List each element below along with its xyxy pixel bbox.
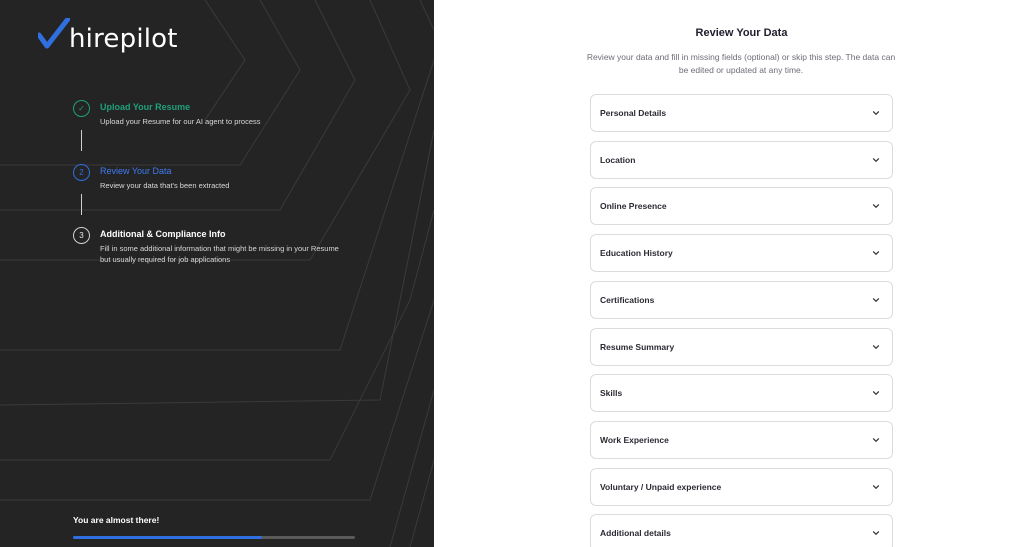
accordion-voluntary-unpaid-experience[interactable]: Voluntary / Unpaid experience [590, 468, 893, 506]
chevron-down-icon[interactable] [871, 342, 881, 352]
accordion-label: Resume Summary [600, 342, 675, 352]
accordion-label: Personal Details [600, 108, 667, 118]
page-title: Review Your Data [695, 27, 788, 39]
step-description: Upload your Resume for our AI agent to p… [100, 117, 261, 126]
chevron-down-icon[interactable] [871, 528, 881, 538]
step-3-number: 3 [73, 227, 90, 244]
accordion-label: Skills [600, 388, 623, 398]
progress-bar-fill [73, 536, 262, 539]
accordion-label: Voluntary / Unpaid experience [600, 482, 722, 492]
accordion-certifications[interactable]: Certifications [590, 281, 893, 319]
chevron-down-icon[interactable] [871, 295, 881, 305]
chevron-down-icon[interactable] [871, 388, 881, 398]
accordion-personal-details[interactable]: Personal Details [590, 94, 893, 132]
step-title: Upload Your Resume [100, 102, 191, 112]
chevron-down-icon[interactable] [871, 155, 881, 165]
brand-name: hirepilot [69, 24, 178, 54]
step-description: Review your data that's been extracted [100, 181, 230, 190]
accordion-label: Online Presence [600, 201, 667, 211]
step-title: Additional & Compliance Info [100, 229, 226, 239]
step-connector [81, 194, 82, 215]
chevron-down-icon[interactable] [871, 108, 881, 118]
accordion-label: Additional details [600, 528, 671, 538]
accordion-skills[interactable]: Skills [590, 374, 893, 412]
checkmark-logo-icon [38, 18, 70, 49]
background-chevron-pattern [0, 0, 434, 547]
left-panel: hirepilot ✓ Upload Your Resume Upload yo… [0, 0, 434, 547]
chevron-down-icon[interactable] [871, 248, 881, 258]
chevron-down-icon[interactable] [871, 201, 881, 211]
accordion-online-presence[interactable]: Online Presence [590, 187, 893, 225]
accordion-additional-details[interactable]: Additional details [590, 514, 893, 547]
step-1-check-icon: ✓ [73, 100, 90, 117]
step-description: Fill in some additional information that… [100, 244, 339, 264]
accordion-education-history[interactable]: Education History [590, 234, 893, 272]
step-connector [81, 130, 82, 151]
hirepilot-logo: hirepilot [38, 18, 178, 52]
step-title: Review Your Data [100, 166, 172, 176]
accordion-label: Certifications [600, 295, 655, 305]
accordion-resume-summary[interactable]: Resume Summary [590, 328, 893, 366]
step-2-number: 2 [73, 164, 90, 181]
page-subtitle: Review your data and fill in missing fie… [586, 52, 896, 75]
accordion-location[interactable]: Location [590, 141, 893, 179]
progress-label: You are almost there! [73, 515, 160, 525]
accordion-label: Location [600, 155, 636, 165]
chevron-down-icon[interactable] [871, 482, 881, 492]
accordion-label: Work Experience [600, 435, 669, 445]
review-data-panel: Review Your Data Review your data and fi… [434, 0, 1024, 547]
progress-bar [73, 536, 355, 539]
accordion-work-experience[interactable]: Work Experience [590, 421, 893, 459]
chevron-down-icon[interactable] [871, 435, 881, 445]
accordion-label: Education History [600, 248, 673, 258]
